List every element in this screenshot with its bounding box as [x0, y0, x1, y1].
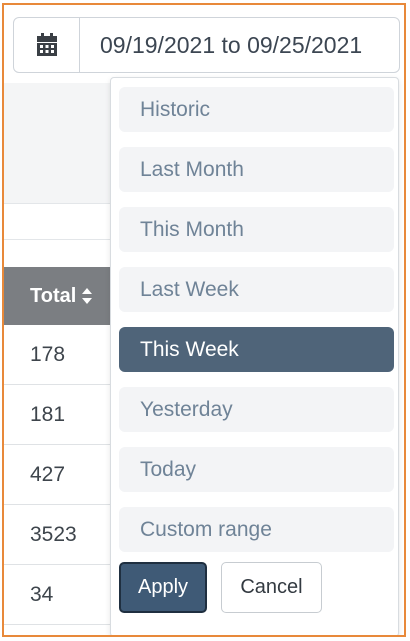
- date-range-picker[interactable]: 09/19/2021 to 09/25/2021: [13, 17, 400, 73]
- sort-icon[interactable]: [81, 287, 93, 305]
- calendar-icon[interactable]: [14, 18, 80, 72]
- table-cell: 427: [4, 445, 110, 505]
- table-cell: 181: [4, 385, 110, 445]
- date-range-dropdown: Historic Last Month This Month Last Week…: [110, 77, 399, 635]
- range-historic[interactable]: Historic: [119, 87, 394, 132]
- table-cell: 3523: [4, 505, 110, 565]
- screenshot-frame: Total 178 181 427 3523 34 09/19/2021 to …: [2, 3, 406, 637]
- divider: [4, 239, 110, 240]
- range-this-week[interactable]: This Week: [119, 327, 394, 372]
- divider: [4, 203, 110, 204]
- range-this-month[interactable]: This Month: [119, 207, 394, 252]
- range-last-week[interactable]: Last Week: [119, 267, 394, 312]
- range-last-month[interactable]: Last Month: [119, 147, 394, 192]
- table-toolbar-area: [4, 83, 110, 203]
- cancel-button[interactable]: Cancel: [221, 562, 322, 613]
- range-yesterday[interactable]: Yesterday: [119, 387, 394, 432]
- total-column-cells: 178 181 427 3523 34: [4, 325, 110, 625]
- table-cell: 178: [4, 325, 110, 385]
- apply-button[interactable]: Apply: [119, 562, 207, 613]
- range-today[interactable]: Today: [119, 447, 394, 492]
- total-header-label: Total: [30, 284, 77, 307]
- table-cell: 34: [4, 565, 110, 625]
- total-column-header[interactable]: Total: [4, 267, 110, 325]
- range-custom[interactable]: Custom range: [119, 507, 394, 552]
- date-range-input[interactable]: 09/19/2021 to 09/25/2021: [80, 18, 399, 72]
